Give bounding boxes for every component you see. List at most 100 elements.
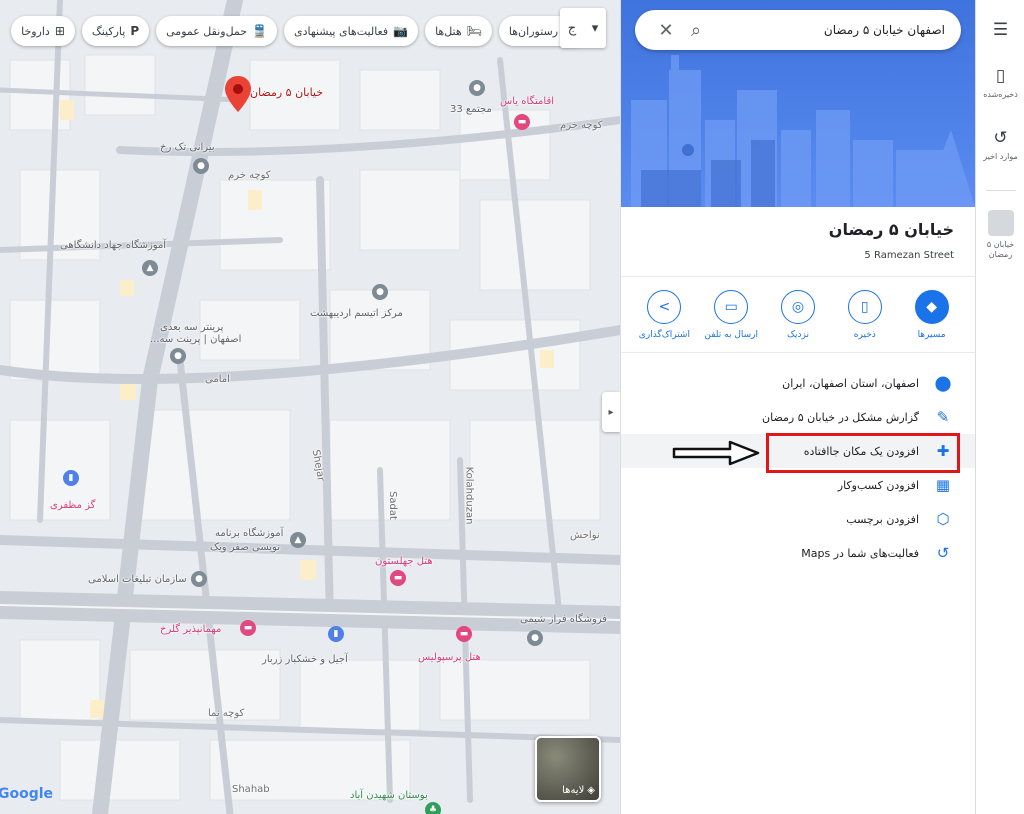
location-icon: ⬤: [934, 374, 952, 392]
street-label: امامی: [205, 374, 230, 385]
map-label[interactable]: بوستان شهیدن آباد: [350, 790, 428, 801]
history-icon: ↺: [993, 128, 1008, 148]
shop-marker-icon[interactable]: ▮: [328, 626, 344, 642]
place-thumbnail-icon: [987, 210, 1014, 236]
divider: [621, 276, 975, 277]
map-label[interactable]: مهمانپذیر گلرخ: [160, 624, 221, 635]
google-logo: Google: [0, 786, 54, 802]
map-label[interactable]: مرکز اتیسم اردیبهشت: [310, 308, 403, 319]
bed-icon: 🛏: [466, 24, 482, 38]
nearby-icon: ◎: [780, 290, 815, 324]
poi-marker-icon[interactable]: ●: [527, 630, 543, 646]
close-icon[interactable]: ✕: [651, 15, 681, 45]
chip-transit[interactable]: 🚆 حمل‌ونقل عمومی: [156, 16, 278, 46]
map-label[interactable]: هتل جهلستون: [375, 556, 433, 567]
layers-label: لایه‌ها: [562, 785, 585, 796]
layers-icon: ◈: [587, 785, 595, 796]
map-label[interactable]: آموزشگاه برنامه: [215, 528, 283, 539]
add-label-row[interactable]: ⬡ افزودن برچسب: [621, 502, 975, 536]
map-label[interactable]: نویسی صفر ویک: [210, 542, 280, 553]
collapse-panel-button[interactable]: ▸: [602, 392, 620, 432]
street-label: Kolahduzan: [463, 466, 475, 525]
address-row[interactable]: ⬤ اصفهان، استان اصفهان، ایران: [621, 366, 975, 400]
send-to-phone-button[interactable]: ▭ ارسال به تلفن: [699, 290, 763, 340]
menu-button[interactable]: ☰: [976, 20, 1024, 40]
location-pin-icon[interactable]: [225, 76, 251, 112]
label-icon: ⬡: [936, 510, 950, 528]
street-label: Shahab: [232, 784, 270, 795]
chip-things-to-do[interactable]: 📷 فعالیت‌های پیشنهادی: [284, 16, 419, 46]
search-icon[interactable]: ⌕: [681, 15, 711, 45]
annotation-arrow-icon: [672, 440, 760, 466]
bookmark-icon: ▯: [847, 290, 882, 324]
side-rail: ☰ ▯ ذخیره‌شده ↺ موارد اخیر خیابان ۵ رمضا…: [975, 0, 1024, 814]
school-marker-icon[interactable]: ▲: [142, 260, 158, 276]
map-label[interactable]: هتل پرسپولیس: [418, 652, 481, 663]
place-title: خیابان ۵ رمضان: [828, 220, 954, 239]
divider: [621, 352, 975, 353]
search-bar[interactable]: اصفهان خیابان ۵ رمضان ⌕ ✕: [635, 10, 961, 50]
street-label: کوچه نما: [208, 708, 245, 719]
saved-button[interactable]: ▯ ذخیره‌شده: [976, 66, 1024, 99]
poi-marker-icon[interactable]: ●: [372, 284, 388, 300]
chip-hotels[interactable]: 🛏 هتل‌ها: [425, 16, 492, 46]
share-icon: <: [647, 290, 682, 324]
map-label[interactable]: اصفهان | پرینت سه...: [150, 334, 241, 345]
map-label[interactable]: مجتمع 33: [450, 104, 492, 115]
add-business-row[interactable]: ▦ افزودن کسب‌وکار: [621, 468, 975, 502]
maps-activity-row[interactable]: ↺ فعالیت‌های شما در Maps: [621, 536, 975, 570]
category-icon: ج: [567, 20, 577, 36]
map-label[interactable]: گز مظفری: [50, 500, 95, 511]
school-marker-icon[interactable]: ▲: [290, 532, 306, 548]
map-label[interactable]: پرینتر سه بعدی: [160, 322, 223, 333]
street-label: نواحش: [570, 530, 600, 541]
poi-marker-icon[interactable]: ●: [193, 158, 209, 174]
pharmacy-icon: ⊞: [54, 24, 65, 38]
place-panel: اصفهان خیابان ۵ رمضان ⌕ ✕ خیابان ۵ رمضان…: [620, 0, 975, 814]
chip-parking[interactable]: P پارکینگ: [81, 16, 150, 46]
share-button[interactable]: < اشتراک‌گذاری: [632, 290, 696, 340]
poi-marker-icon[interactable]: ●: [170, 348, 186, 364]
hotel-marker-icon[interactable]: ▬: [240, 620, 256, 636]
category-chips: 🍴رستوران‌ها 🛏هتل‌ها 📷فعالیت‌های پیشنهادی…: [0, 16, 588, 46]
recent-place-button[interactable]: خیابان ۵ رمضان: [976, 210, 1024, 259]
menu-icon: ☰: [992, 20, 1009, 40]
store-icon: ▦: [935, 476, 951, 494]
street-label: کوچه خرم: [560, 120, 603, 131]
camera-icon: 📷: [393, 24, 409, 38]
map-canvas[interactable]: خیابان ۵ رمضان اقامتگاه یاس مجتمع 33 کوچ…: [0, 0, 620, 814]
report-problem-row[interactable]: ✎ گزارش مشکل در خیابان ۵ رمضان: [621, 400, 975, 434]
map-label[interactable]: آموزشگاه جهاد دانشگاهی: [60, 240, 166, 251]
save-button[interactable]: ▯ ذخیره: [833, 290, 897, 340]
pencil-icon: ✎: [936, 408, 950, 426]
recent-button[interactable]: ↺ موارد اخیر: [976, 128, 1024, 161]
annotation-highlight-box: [766, 433, 960, 473]
map-label[interactable]: فروشگاه فراز شیمی: [520, 614, 607, 625]
map-label[interactable]: بیرانی تک رخ: [160, 142, 215, 153]
chip-pharmacies[interactable]: ⊞ داروخا: [11, 16, 75, 46]
park-marker-icon[interactable]: ♣: [425, 802, 441, 814]
hotel-marker-icon[interactable]: ▬: [390, 570, 406, 586]
train-icon: 🚆: [252, 24, 268, 38]
more-categories-button[interactable]: ج ▾: [560, 8, 606, 48]
poi-marker-icon[interactable]: ●: [191, 571, 207, 587]
street-label: Sadat: [386, 491, 398, 520]
hotel-marker-icon[interactable]: ▬: [514, 114, 530, 130]
nearby-button[interactable]: ◎ نزدیک: [766, 290, 830, 340]
directions-button[interactable]: ◆ مسیرها: [900, 290, 964, 340]
search-input[interactable]: اصفهان خیابان ۵ رمضان: [711, 23, 945, 37]
parking-icon: P: [130, 24, 140, 38]
pin-label[interactable]: خیابان ۵ رمضان: [250, 86, 323, 99]
phone-icon: ▭: [714, 290, 749, 324]
hotel-marker-icon[interactable]: ▬: [456, 626, 472, 642]
poi-marker-icon[interactable]: ●: [469, 80, 485, 96]
place-subtitle: 5 Ramezan Street: [864, 250, 954, 261]
history-icon: ↺: [936, 544, 950, 562]
map-label[interactable]: سازمان تبلیغات اسلامی: [88, 574, 187, 585]
map-label[interactable]: اقامتگاه یاس: [500, 96, 554, 107]
map-label[interactable]: آجیل و خشکبار زربار: [262, 654, 348, 665]
shop-marker-icon[interactable]: ▮: [63, 470, 79, 486]
bookmark-icon: ▯: [995, 66, 1006, 86]
layers-button[interactable]: ◈ لایه‌ها: [535, 736, 601, 802]
place-hero-image: اصفهان خیابان ۵ رمضان ⌕ ✕: [621, 0, 975, 207]
